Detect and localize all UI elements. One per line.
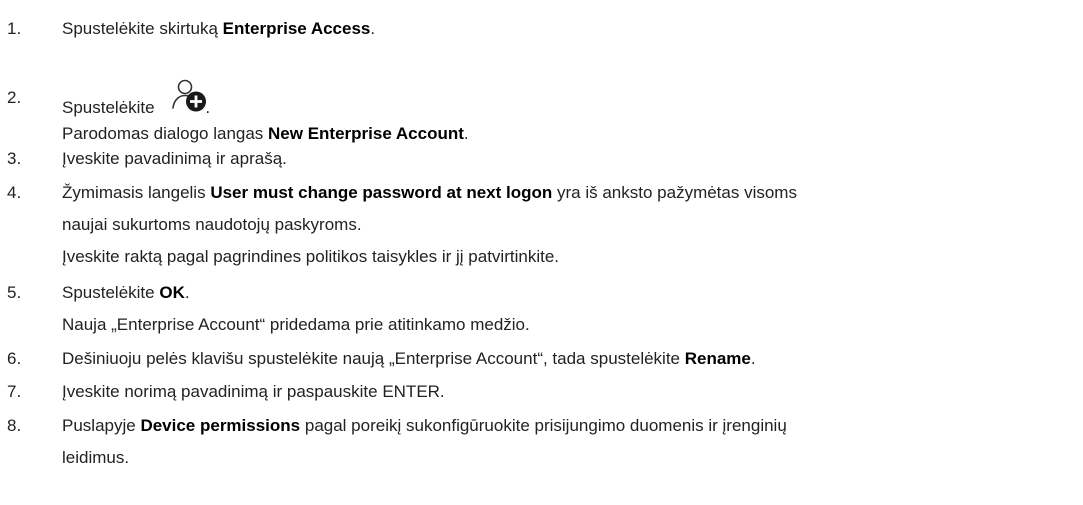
step-text: Spustelėkite skirtuką Enterprise Access.: [62, 19, 376, 38]
step-number: 4.: [7, 183, 22, 202]
step-text: Įveskite pavadinimą ir aprašą.: [62, 149, 287, 168]
step-text: Įveskite norimą pavadinimą ir paspauskit…: [62, 382, 445, 401]
device-permissions-page-ref: Device permissions: [140, 416, 301, 435]
step-number: 7.: [7, 382, 22, 401]
step-text: Žymimasis langelis User must change pass…: [62, 183, 797, 266]
step-number: 3.: [7, 149, 22, 168]
step-number: 1.: [7, 19, 22, 38]
step-text: Spustelėkite OK. Nauja „Enterprise Accou…: [62, 283, 530, 334]
step-text: Dešiniuoju pelės klavišu spustelėkite na…: [62, 349, 756, 368]
step-number: 6.: [7, 349, 22, 368]
rename-command-ref: Rename: [684, 349, 751, 368]
step-number: 2.: [7, 88, 22, 107]
ok-button-ref: OK: [159, 283, 185, 302]
new-enterprise-account-dialog-ref: New Enterprise Account: [268, 124, 464, 143]
step-text: Spustelėkite . Parodomas dialogo langas …: [62, 79, 1072, 147]
user-add-icon: [171, 77, 207, 113]
step-number: 5.: [7, 283, 22, 302]
step-text: Puslapyje Device permissions pagal porei…: [62, 416, 787, 467]
enterprise-access-tab-ref: Enterprise Access: [222, 19, 371, 38]
step-number: 8.: [7, 416, 22, 435]
user-must-change-password-checkbox-ref: User must change password at next logon: [210, 183, 553, 202]
